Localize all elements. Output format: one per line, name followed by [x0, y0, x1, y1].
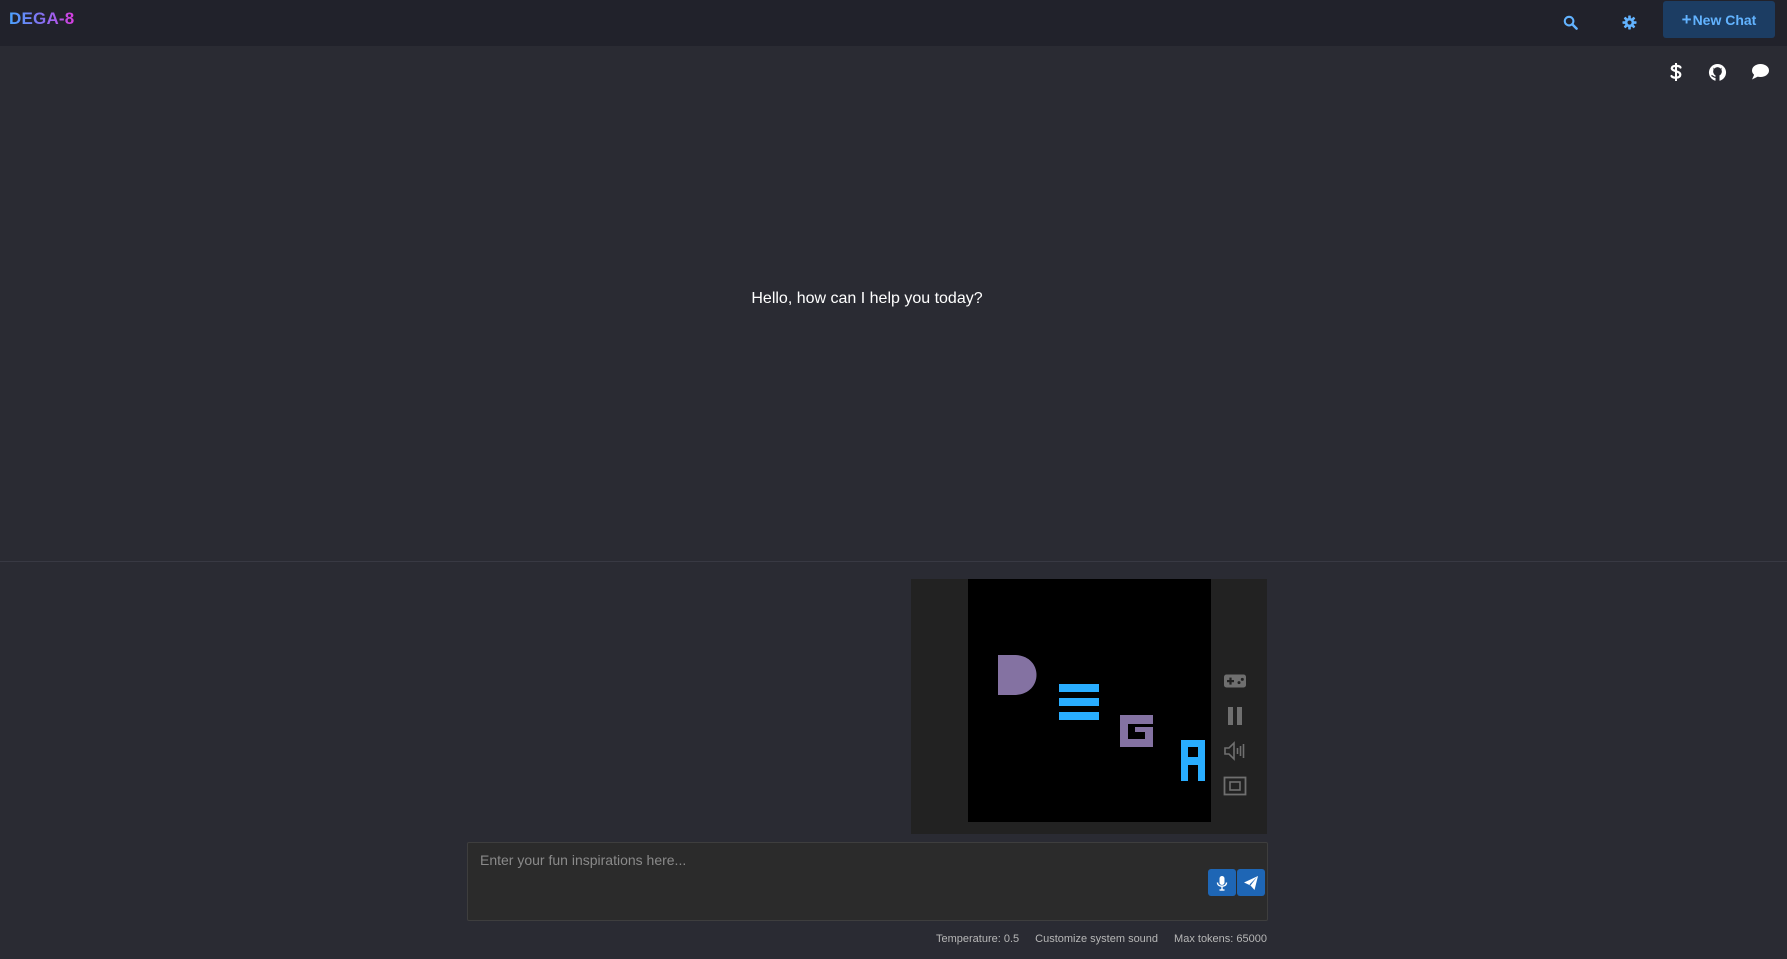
chat-input-box: [467, 842, 1268, 921]
pricing-button[interactable]: [1663, 59, 1689, 85]
gamepad-icon: [1224, 674, 1246, 688]
dollar-icon: [1670, 63, 1682, 81]
dega-splash: [998, 655, 1205, 781]
letter-d: [998, 655, 1037, 695]
plus-icon: +: [1681, 10, 1692, 29]
new-chat-label: New Chat: [1692, 11, 1757, 28]
microphone-icon: [1216, 875, 1228, 891]
github-icon: [1708, 63, 1726, 82]
github-button[interactable]: [1704, 59, 1730, 85]
search-icon: [1563, 15, 1578, 30]
divider: [0, 561, 1787, 562]
new-chat-button[interactable]: + New Chat: [1663, 1, 1775, 38]
pause-button[interactable]: [1222, 704, 1248, 728]
top-bar: DEGA-8 + New Chat: [0, 0, 1787, 46]
pause-icon: [1228, 707, 1242, 725]
temperature-setting[interactable]: Temperature: 0.5: [936, 933, 1019, 945]
gamepad-button[interactable]: [1222, 669, 1248, 693]
game-screen[interactable]: [968, 579, 1211, 822]
letter-a: [1181, 740, 1205, 781]
max-tokens-setting[interactable]: Max tokens: 65000: [1174, 933, 1267, 945]
letter-g: [1120, 715, 1153, 747]
comment-icon: [1752, 64, 1769, 80]
letter-e: [1059, 684, 1099, 720]
send-icon: [1244, 875, 1258, 890]
gear-icon: [1621, 14, 1637, 30]
send-button[interactable]: [1237, 869, 1265, 896]
volume-button[interactable]: [1222, 739, 1248, 763]
prompt-input[interactable]: [468, 843, 1198, 913]
settings-footer: Temperature: 0.5 Customize system sound …: [936, 933, 1267, 945]
greeting-message: Hello, how can I help you today?: [751, 290, 983, 307]
settings-button[interactable]: [1615, 8, 1643, 36]
voice-input-button[interactable]: [1208, 869, 1236, 896]
fullscreen-button[interactable]: [1222, 774, 1248, 798]
system-sound-setting[interactable]: Customize system sound: [1035, 933, 1158, 945]
fullscreen-icon: [1223, 776, 1247, 796]
search-button[interactable]: [1556, 8, 1584, 36]
volume-icon: [1224, 741, 1245, 761]
game-console: [911, 579, 1267, 834]
feedback-button[interactable]: [1747, 59, 1773, 85]
app-logo[interactable]: DEGA-8: [9, 9, 74, 29]
